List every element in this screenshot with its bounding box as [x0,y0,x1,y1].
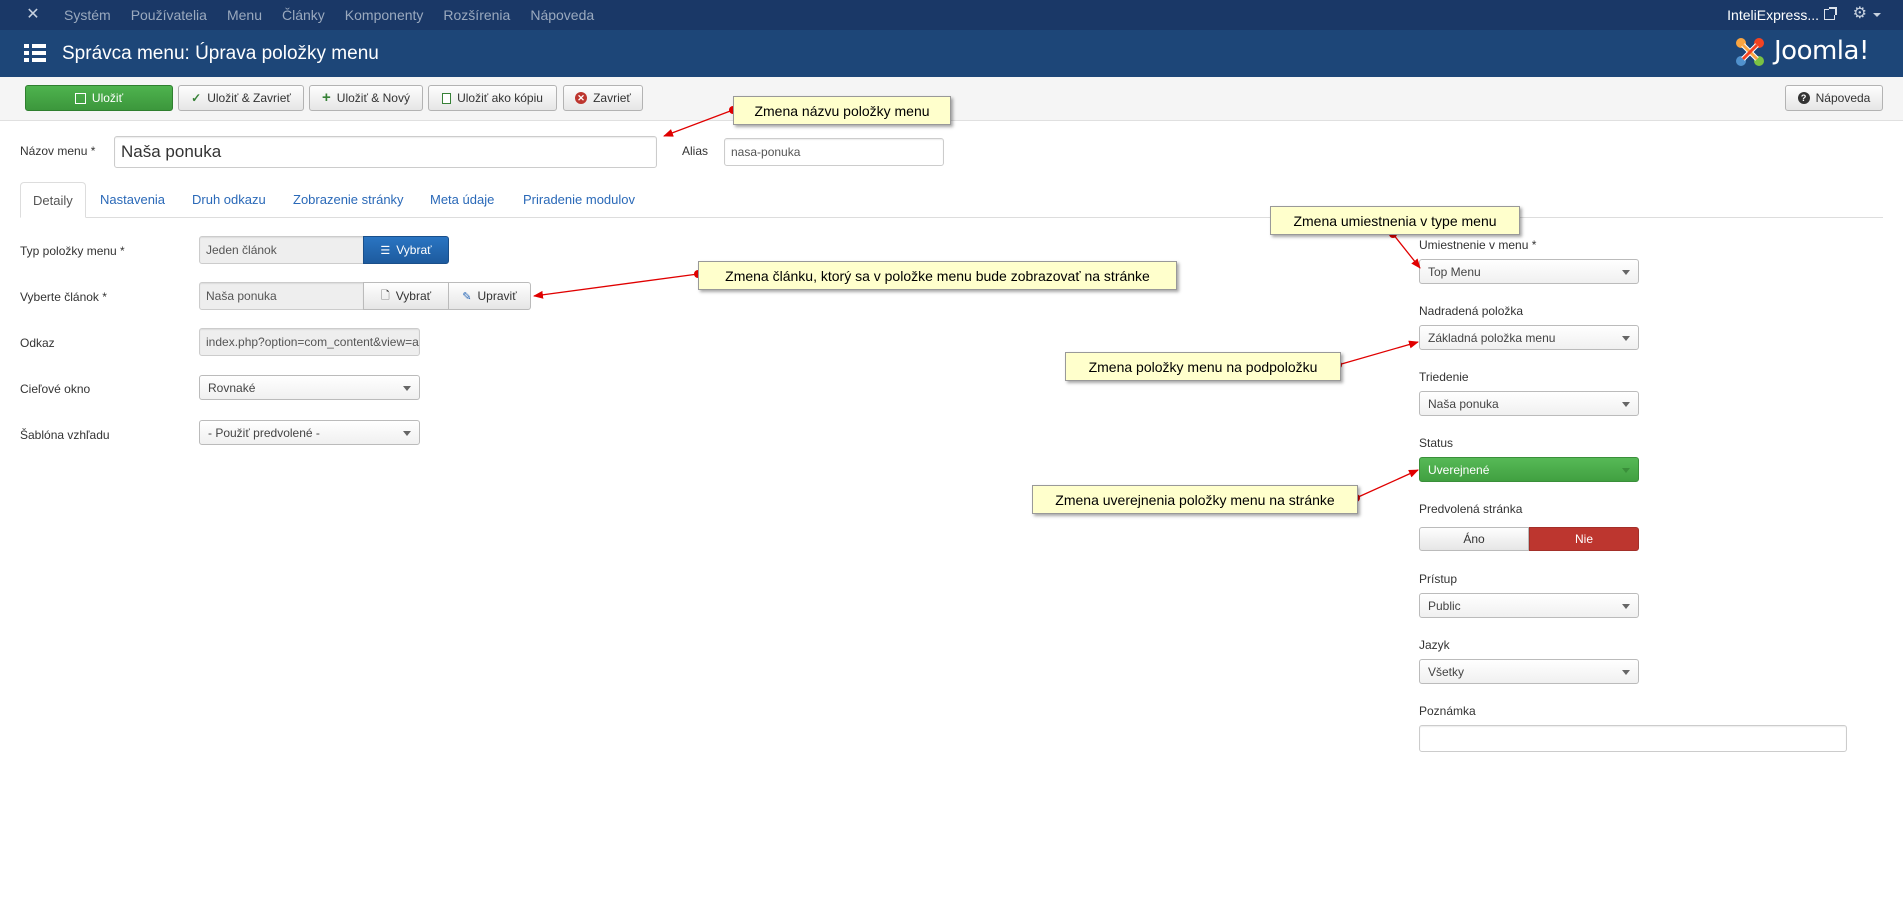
menu-help[interactable]: Nápoveda [530,0,594,30]
plus-icon: + [322,89,331,106]
save-copy-button[interactable]: Uložiť ako kópiu [428,85,557,111]
save-button-label: Uložiť [91,91,124,105]
note-label: Poznámka [1419,704,1476,718]
status-select[interactable]: Uverejnené [1419,457,1639,482]
cancel-icon: ✕ [575,92,588,104]
menu-extensions[interactable]: Rozšírenia [443,0,510,30]
save-new-button[interactable]: + Uložiť & Nový [309,85,423,111]
main-menu: Systém Používatelia Menu Články Komponen… [64,0,614,30]
title-label: Názov menu * [20,144,96,158]
edit-icon: ✎ [462,290,472,303]
copy-icon [442,92,452,104]
callout-article: Zmena článku, ktorý sa v položke menu bu… [698,261,1177,290]
language-select[interactable]: Všetky [1419,659,1639,684]
arrow-parent [1337,340,1419,366]
edit-icon [74,92,86,104]
arrow-menu-location [1392,233,1421,269]
default-no-button[interactable]: Nie [1529,527,1639,551]
help-label: Nápoveda [1815,91,1871,105]
joomla-logo-icon [1736,38,1764,66]
ordering-select[interactable]: Naša ponuka [1419,391,1639,416]
callout-parent: Zmena položky menu na podpoložku [1065,352,1341,381]
menu-users[interactable]: Používatelia [131,0,207,30]
callout-status: Zmena uverejnenia položky menu na stránk… [1032,485,1358,514]
edit-article-button[interactable]: ✎ Upraviť [448,282,531,310]
template-style-select[interactable]: - Použiť predvolené - [199,420,420,445]
parent-item-label: Nadradená položka [1419,304,1524,318]
joomla-logo-text: Joomla! [1774,36,1869,66]
tab-link-type[interactable]: Druh odkazu [192,182,266,218]
select-type-label: Vybrať [396,243,432,257]
menu-menus[interactable]: Menu [227,0,262,30]
alias-label: Alias [682,144,709,158]
joomla-x-icon[interactable]: ✕ [24,6,42,24]
access-select[interactable]: Public [1419,593,1639,618]
help-button[interactable]: ? Nápoveda [1785,85,1883,111]
save-button[interactable]: Uložiť [25,85,173,111]
alias-input[interactable]: nasa-ponuka [724,138,944,166]
tab-details[interactable]: Detaily [20,182,86,218]
target-window-select[interactable]: Rovnaké [199,375,420,400]
callout-menu-location: Zmena umiestnenia v type menu [1270,206,1520,235]
tab-bar: Detaily Nastavenia Druh odkazu Zobrazeni… [20,182,1883,218]
save-close-button[interactable]: ✓ Uložiť & Zavrieť [178,85,304,111]
list-icon [24,44,46,62]
list-icon: ☰ [380,244,391,257]
tab-options[interactable]: Nastavenia [100,182,165,218]
select-type-button[interactable]: ☰ Vybrať [363,236,449,264]
target-window-label: Cieľové okno [20,382,91,396]
menu-system[interactable]: Systém [64,0,111,30]
select-article-button-label: Vybrať [395,289,432,303]
default-page-toggle: Áno Nie [1419,527,1639,551]
ordering-label: Triedenie [1419,370,1469,384]
select-article-button[interactable]: 🗋 Vybrať [363,282,449,310]
save-copy-label: Uložiť ako kópiu [457,91,543,105]
help-icon: ? [1797,92,1810,104]
tab-metadata[interactable]: Meta údaje [430,182,494,218]
default-yes-button[interactable]: Áno [1419,527,1529,551]
external-link-icon [1824,7,1837,20]
arrow-article [533,273,699,299]
gear-icon[interactable]: ⚙ [1853,4,1867,24]
menu-item-type-field: Jeden článok [199,236,364,264]
callout-title: Zmena názvu položky menu [733,96,951,125]
save-new-label: Uložiť & Nový [336,91,410,105]
select-article-label: Vyberte článok * [20,290,107,304]
menu-item-type-label: Typ položky menu * [20,244,125,258]
menu-components[interactable]: Komponenty [345,0,424,30]
parent-item-select[interactable]: Základná položka menu [1419,325,1639,350]
file-icon: 🗋 [380,289,390,302]
top-navbar: ✕ Systém Používatelia Menu Články Kompon… [0,0,1903,30]
status-label: Status [1419,436,1454,450]
toolbar: Uložiť ✓ Uložiť & Zavrieť + Uložiť & Nov… [0,77,1903,121]
tab-page-display[interactable]: Zobrazenie stránky [293,182,404,218]
menu-location-label: Umiestnenie v menu * [1419,238,1537,252]
title-bar: Správca menu: Úprava položky menu Joomla… [0,30,1903,77]
close-button[interactable]: ✕ Zavrieť [563,85,643,111]
default-page-label: Predvolená stránka [1419,502,1523,516]
save-close-label: Uložiť & Zavrieť [207,91,291,105]
template-style-label: Šablóna vzhľadu [20,428,110,442]
joomla-logo: Joomla! [1732,34,1879,70]
site-link[interactable]: InteliExpress... [1727,0,1819,30]
close-label: Zavrieť [593,91,631,105]
menu-content[interactable]: Články [282,0,325,30]
tab-module-assignment[interactable]: Priradenie modulov [523,182,635,218]
check-icon: ✓ [191,91,202,105]
link-label: Odkaz [20,336,55,350]
article-field: Naša ponuka [199,282,364,310]
link-field[interactable]: index.php?option=com_content&view=articl… [199,328,420,356]
page-title: Správca menu: Úprava položky menu [62,43,379,64]
arrow-status [1355,469,1419,499]
title-input[interactable]: Naša ponuka [114,136,657,168]
edit-article-label: Upraviť [477,289,517,303]
access-label: Prístup [1419,572,1458,586]
note-input[interactable] [1419,725,1847,752]
menu-location-select[interactable]: Top Menu [1419,259,1639,284]
language-label: Jazyk [1419,638,1450,652]
chevron-down-icon [1873,13,1881,17]
